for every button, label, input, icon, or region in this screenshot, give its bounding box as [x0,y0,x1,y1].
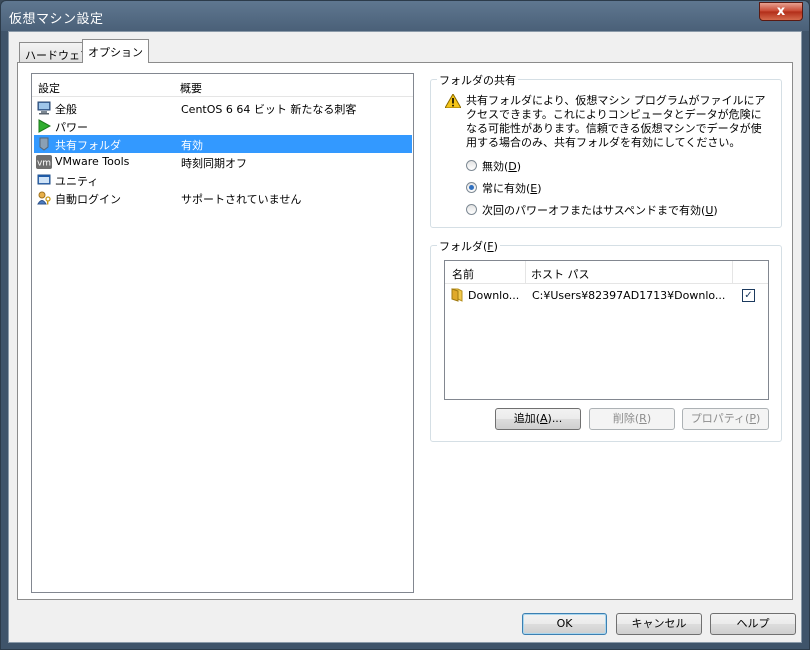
settings-item-summary: 有効 [181,139,203,152]
title-bar[interactable]: 仮想マシン設定 x [1,1,809,31]
settings-item-name: ユニティ [55,175,99,188]
folders-group: フォルダ(F) 名前 ホスト パス Downlo... C:¥Users¥823… [430,238,782,442]
help-button[interactable]: ヘルプ [710,613,796,635]
add-button[interactable]: 追加(A)... [495,408,581,430]
folder-name: Downlo... [468,289,520,302]
folder-row[interactable]: Downlo... C:¥Users¥82397AD1713¥Downlo... [445,285,768,305]
folder-sharing-group: フォルダの共有 共有フォルダにより、仮想マシン プログラムがファイルにアクセスで… [430,72,782,228]
tab-options[interactable]: オプション [82,39,149,63]
shared-folder-icon [39,137,49,151]
vm-icon: vm [36,155,52,169]
settings-item-power[interactable]: パワー [34,117,412,135]
settings-item-name: 共有フォルダ [55,139,121,152]
folder-enabled-checkbox[interactable]: ✓ [742,289,755,302]
settings-list: 設定 概要 全般 CentOS 6 64 ビット 新たなる刺客 パワー 共有フォ… [31,73,414,593]
settings-list-header: 設定 概要 [32,74,413,97]
folder-host-path: C:¥Users¥82397AD1713¥Downlo... [532,289,726,302]
folders-list-header: 名前 ホスト パス [445,261,768,284]
radio-label: 次回のパワーオフまたはサスペンドまで有効(U) [482,204,718,217]
folders-group-label: フォルダ(F) [437,238,500,254]
settings-item-name: VMware Tools [55,155,130,168]
folder-icon [451,288,463,302]
properties-button[interactable]: プロパティ(P) [682,408,769,430]
auto-login-icon [37,191,51,205]
folder-sharing-warning: 共有フォルダにより、仮想マシン プログラムがファイルにアクセスできます。これによ… [466,94,766,149]
column-header-name[interactable]: 名前 [452,266,474,282]
settings-item-summary: CentOS 6 64 ビット 新たなる刺客 [181,103,357,116]
cancel-button[interactable]: キャンセル [616,613,702,635]
radio-label: 無効(D) [482,160,522,173]
settings-item-summary: 時刻同期オフ [181,157,247,170]
radio-label: 常に有効(E) [482,182,542,195]
settings-item-vmware-tools[interactable]: vm VMware Tools 時刻同期オフ [34,153,412,171]
play-icon [38,119,51,133]
ok-button[interactable]: OK [522,613,607,635]
warning-icon [445,94,461,108]
column-separator[interactable] [525,261,526,283]
remove-button[interactable]: 削除(R) [589,408,675,430]
column-separator[interactable] [732,261,733,283]
settings-item-auto-login[interactable]: 自動ログイン サポートされていません [34,189,412,207]
computer-icon [37,101,51,115]
radio-circle[interactable] [466,204,477,215]
column-header-setting[interactable]: 設定 [38,80,60,96]
dialog-client-area: ハードウェア オプション 設定 概要 全般 CentOS 6 64 ビット 新た… [8,31,802,643]
settings-item-name: 全般 [55,103,77,116]
settings-item-shared-folders[interactable]: 共有フォルダ 有効 [34,135,412,153]
folders-list[interactable]: 名前 ホスト パス Downlo... C:¥Users¥82397AD1713… [444,260,769,400]
radio-circle[interactable] [466,160,477,171]
folder-sharing-group-label: フォルダの共有 [437,72,518,88]
column-header-host-path[interactable]: ホスト パス [531,266,590,282]
svg-text:vm: vm [37,159,51,169]
radio-circle[interactable] [466,182,477,193]
settings-item-summary: サポートされていません [181,193,302,206]
options-tab-panel: 設定 概要 全般 CentOS 6 64 ビット 新たなる刺客 パワー 共有フォ… [17,62,793,600]
dialog-window: 仮想マシン設定 x ハードウェア オプション 設定 概要 全般 CentOS 6… [0,0,810,650]
settings-item-name: パワー [55,121,88,134]
settings-item-name: 自動ログイン [55,193,121,206]
column-header-summary[interactable]: 概要 [180,80,202,96]
unity-icon [37,174,51,185]
settings-item-general[interactable]: 全般 CentOS 6 64 ビット 新たなる刺客 [34,99,412,117]
settings-item-unity[interactable]: ユニティ [34,171,412,189]
window-title: 仮想マシン設定 [9,12,104,27]
close-button[interactable]: x [759,2,803,21]
